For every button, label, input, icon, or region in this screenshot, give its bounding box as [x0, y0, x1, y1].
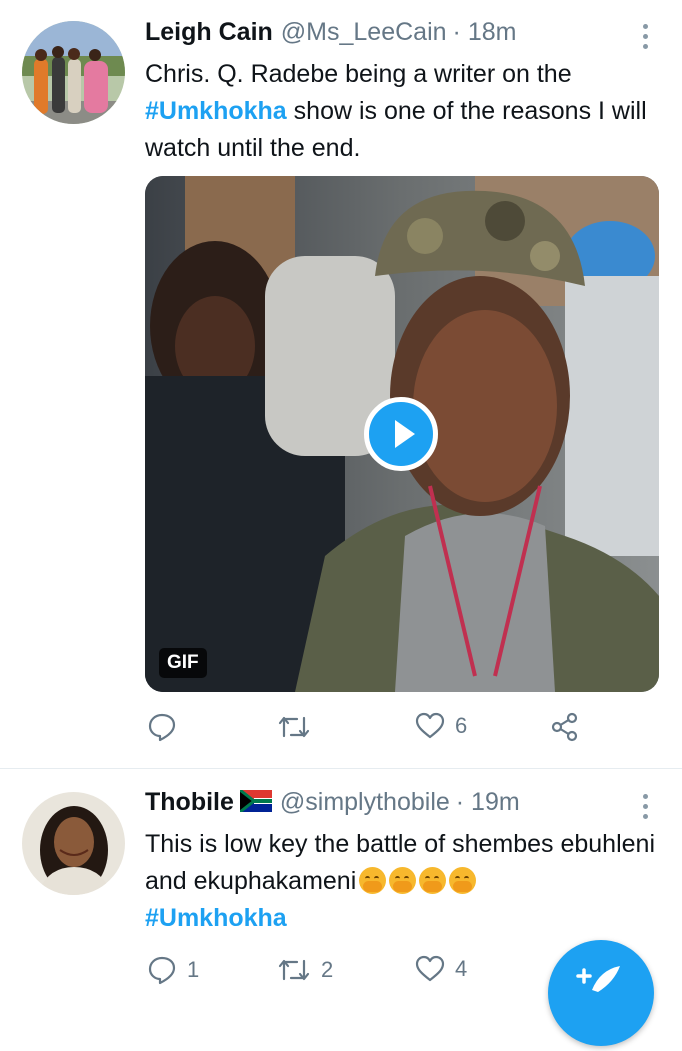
reply-button[interactable]: 1	[147, 955, 199, 985]
avatar[interactable]	[22, 792, 125, 895]
heart-icon	[415, 955, 445, 982]
retweet-icon	[278, 959, 310, 981]
hashtag-link[interactable]: #Umkhokha	[145, 904, 287, 932]
gif-media[interactable]: GIF	[145, 176, 659, 692]
more-vertical-icon[interactable]	[643, 24, 649, 49]
timestamp[interactable]: · 19m	[456, 788, 520, 816]
share-button[interactable]	[550, 712, 580, 742]
south-africa-flag-icon	[239, 790, 272, 812]
retweet-button[interactable]	[277, 712, 321, 742]
face-with-hand-over-mouth-icon	[419, 867, 447, 894]
tweet-actions: 6	[145, 712, 662, 752]
user-handle[interactable]: @Ms_LeeCain	[281, 18, 447, 46]
retweet-icon	[278, 716, 310, 738]
reply-icon	[148, 713, 176, 742]
like-button[interactable]: 4	[415, 955, 467, 983]
reply-icon	[148, 956, 176, 985]
gif-badge: GIF	[159, 648, 207, 678]
compose-tweet-icon	[576, 966, 620, 992]
face-with-hand-over-mouth-icon	[359, 867, 387, 894]
retweet-button[interactable]: 2	[277, 955, 333, 985]
user-handle[interactable]: @simplythobile	[280, 788, 450, 816]
like-count: 6	[455, 713, 468, 738]
display-name[interactable]: Thobile	[145, 788, 234, 816]
tweet-text-part1: Chris. Q. Radebe being a writer on the	[145, 60, 572, 88]
display-name[interactable]: Leigh Cain	[145, 18, 273, 46]
timestamp[interactable]: · 18m	[453, 18, 517, 46]
face-with-hand-over-mouth-icon	[449, 867, 477, 894]
like-count: 4	[455, 956, 468, 981]
tweet-card[interactable]: Leigh Cain @Ms_LeeCain · 18m Chris. Q. Rad…	[0, 0, 682, 769]
compose-tweet-button[interactable]	[548, 940, 654, 1046]
retweet-count: 2	[321, 957, 334, 982]
play-icon[interactable]	[364, 397, 438, 471]
face-with-hand-over-mouth-icon	[389, 867, 417, 894]
reply-button[interactable]	[147, 712, 187, 742]
share-icon	[551, 712, 578, 742]
heart-icon	[415, 712, 445, 739]
tweet-text: This is low key the battle of shembes eb…	[145, 826, 662, 937]
hashtag-link[interactable]: #Umkhokha	[145, 97, 287, 125]
more-vertical-icon[interactable]	[643, 794, 649, 819]
tweet-text: Chris. Q. Radebe being a writer on the #…	[145, 56, 662, 167]
avatar[interactable]	[22, 21, 125, 124]
reply-count: 1	[187, 957, 200, 982]
like-button[interactable]: 6	[415, 712, 467, 740]
